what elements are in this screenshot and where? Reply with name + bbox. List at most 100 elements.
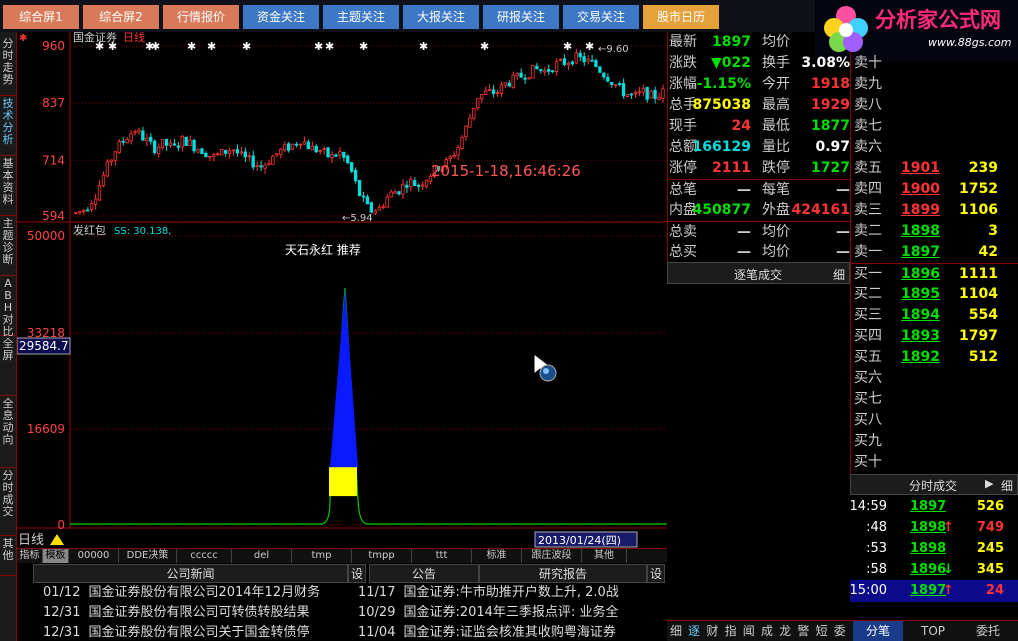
tick-trade-header[interactable]: 逐笔成交 细 (667, 262, 850, 284)
trade-row[interactable]: :58 1896 ↓ 345 (850, 559, 1018, 581)
company-news-settings-button[interactable]: 设 (348, 564, 366, 583)
trade-row[interactable]: 14:59 1897 526 (850, 496, 1018, 518)
order-book-row[interactable]: 买十 (851, 452, 1018, 473)
order-book-row[interactable]: 卖三 1899 1106 (851, 200, 1018, 221)
top-tab-0[interactable]: 综合屏1 (3, 5, 79, 29)
indicator-tab-0[interactable]: 指标 (17, 549, 43, 563)
bottom-tab-4[interactable]: 闻 (740, 621, 758, 641)
order-book-row[interactable]: 卖六 (851, 137, 1018, 158)
research-header[interactable]: 研究报告 (479, 564, 647, 583)
bottom-tab-0[interactable]: 细 (667, 621, 685, 641)
candle-body (255, 165, 259, 168)
order-book-row[interactable]: 买三 1894 554 (851, 305, 1018, 326)
indicator-tab-11[interactable]: 其他 (582, 549, 627, 563)
chart-svg[interactable]: ✱ ✱ ✱✱ ✱ ✱ ✱ ✱ ✱ ✱ ✱ ✱ ✱ ✱ 960837714594 500003321816… (16, 30, 667, 548)
trade-row[interactable]: 15:00 1897 ↑ 24 (850, 580, 1018, 602)
top-tab-6[interactable]: 研报关注 (483, 5, 559, 29)
order-book-row[interactable]: 卖四 1900 1752 (851, 179, 1018, 200)
announcement-item[interactable]: 11/04 国金证券:证监会核准其收购粤海证券 (358, 623, 666, 641)
left-tab-1[interactable]: 技术分析 (0, 96, 16, 156)
left-tab-4[interactable]: ABH对比 (0, 276, 16, 338)
indicator-tab-4[interactable]: ccccc (177, 549, 232, 563)
bottom-right-tab-0[interactable]: 分笔 (853, 621, 903, 641)
top-tab-bar: 综合屏1 综合屏2 行情报价 资金关注 主题关注 大报关注 研报关注 交易关注 股市日历 (0, 0, 815, 32)
announcement-settings-button[interactable]: 设 (647, 564, 665, 583)
left-tab-3[interactable]: 主题诊断 (0, 216, 16, 276)
company-news-item[interactable]: 01/12 国金证券股份有限公司2014年12月财务 (43, 583, 349, 603)
order-book-row[interactable]: 卖八 (851, 95, 1018, 116)
top-tab-8[interactable]: 股市日历 (643, 5, 719, 29)
bottom-tab-9[interactable]: 委 (831, 621, 849, 641)
order-book-row[interactable]: 买五 1892 512 (851, 347, 1018, 368)
quote-value: 0.97 (815, 139, 850, 155)
left-tab-8[interactable]: 其他 (0, 536, 16, 576)
candle-body (385, 196, 389, 208)
order-book-row[interactable]: 买四 1893 1797 (851, 326, 1018, 347)
trade-row[interactable]: :48 1898 ↑ 749 (850, 517, 1018, 539)
bottom-tab-1[interactable]: 逐 (685, 621, 703, 641)
indicator-tab-7[interactable]: tmpp (352, 549, 412, 563)
trade-row[interactable]: :53 1898 245 (850, 538, 1018, 560)
minute-trade-header[interactable]: 分时成交 ▶ 细 (850, 474, 1018, 495)
order-book-row[interactable]: 买二 1895 1104 (851, 284, 1018, 305)
bottom-tab-6[interactable]: 龙 (776, 621, 794, 641)
order-book-row[interactable]: 买七 (851, 389, 1018, 410)
quote-row: 总额 166129 量比 0.97 (668, 137, 851, 158)
tick-detail-button[interactable]: 细 (833, 266, 845, 283)
indicator-tab-1[interactable]: 模板 (43, 549, 69, 563)
company-news-item[interactable]: 12/31 国金证券股份有限公司关于国金转债停 (43, 623, 349, 641)
left-tab-5[interactable]: 全屏 (0, 336, 16, 396)
left-tab-6[interactable]: 全息动向 (0, 396, 16, 468)
bottom-tab-2[interactable]: 财 (703, 621, 721, 641)
top-tab-5[interactable]: 大报关注 (403, 5, 479, 29)
announcement-header[interactable]: 公告 (369, 564, 479, 583)
top-tab-1[interactable]: 综合屏2 (83, 5, 159, 29)
indicator-tab-6[interactable]: tmp (292, 549, 352, 563)
quote-value: -1.15% (696, 76, 751, 92)
indicator-tab-2[interactable]: 00000 (69, 549, 119, 563)
chart-area[interactable]: ✱ ✱ ✱ ✱ ✱ ✱ ✱ ✱ ✱ ✱ ✱ ✱ ✱ ✱ 960 837 714 594 50000 33218 16… (16, 30, 667, 548)
indicator-tab-9[interactable]: 标准 (472, 549, 522, 563)
top-tab-7[interactable]: 交易关注 (563, 5, 639, 29)
bottom-tab-3[interactable]: 指 (722, 621, 740, 641)
trade-detail-button[interactable]: 细 (1001, 477, 1013, 494)
indicator-tab-8[interactable]: ttt (412, 549, 472, 563)
play-icon[interactable]: ▶ (985, 477, 993, 490)
bottom-right-tab-2[interactable]: 委托 (963, 621, 1013, 641)
candle-body (507, 82, 511, 87)
order-book-row[interactable]: 卖九 (851, 74, 1018, 95)
bottom-period[interactable]: 日线 (18, 533, 44, 548)
order-book-row[interactable]: 买九 (851, 431, 1018, 452)
order-volume: 3 (988, 223, 998, 239)
order-book-row[interactable]: 买八 (851, 410, 1018, 431)
order-book-row[interactable]: 卖一 1897 42 (851, 242, 1018, 263)
candle-body (357, 180, 362, 197)
indicator-tab-10[interactable]: 跟庄波段 (522, 549, 582, 563)
order-book-row[interactable]: 卖二 1898 3 (851, 221, 1018, 242)
order-book-row[interactable]: 卖十 (851, 53, 1018, 74)
settings-star-icon[interactable]: ✱ (19, 33, 27, 44)
announcement-item[interactable]: 11/17 国金证券:牛市助推开户数上升, 2.0战 (358, 583, 666, 603)
left-tab-7[interactable]: 分时成交 (0, 468, 16, 536)
order-book-row[interactable]: 卖七 (851, 116, 1018, 137)
order-book-row[interactable]: 卖五 1901 239 (851, 158, 1018, 179)
top-tab-4[interactable]: 主题关注 (323, 5, 399, 29)
company-news-item[interactable]: 12/31 国金证券股份有限公司可转债转股结果 (43, 603, 349, 623)
order-book-row[interactable]: 买一 1896 1111 (851, 263, 1018, 284)
left-tab-2[interactable]: 基本资料 (0, 156, 16, 216)
bottom-tab-7[interactable]: 警 (794, 621, 812, 641)
quote-label: 现手 (669, 118, 697, 134)
company-news-header[interactable]: 公司新闻 (33, 564, 348, 583)
indicator-tab-5[interactable]: del (232, 549, 292, 563)
announcement-item[interactable]: 10/29 国金证券:2014年三季报点评: 业务全 (358, 603, 666, 623)
bottom-right-tab-1[interactable]: TOP (908, 621, 958, 641)
bottom-tab-8[interactable]: 短 (813, 621, 831, 641)
left-tab-0[interactable]: 分时走势 (0, 36, 16, 96)
top-tab-3[interactable]: 资金关注 (243, 5, 319, 29)
top-tab-2[interactable]: 行情报价 (163, 5, 239, 29)
bottom-tab-5[interactable]: 成 (758, 621, 776, 641)
indicator-tab-3[interactable]: DDE决策 (119, 549, 177, 563)
quote-row: 总笔 — 每笔 — (668, 179, 851, 200)
order-book-row[interactable]: 买六 (851, 368, 1018, 389)
candle-body (275, 153, 279, 156)
